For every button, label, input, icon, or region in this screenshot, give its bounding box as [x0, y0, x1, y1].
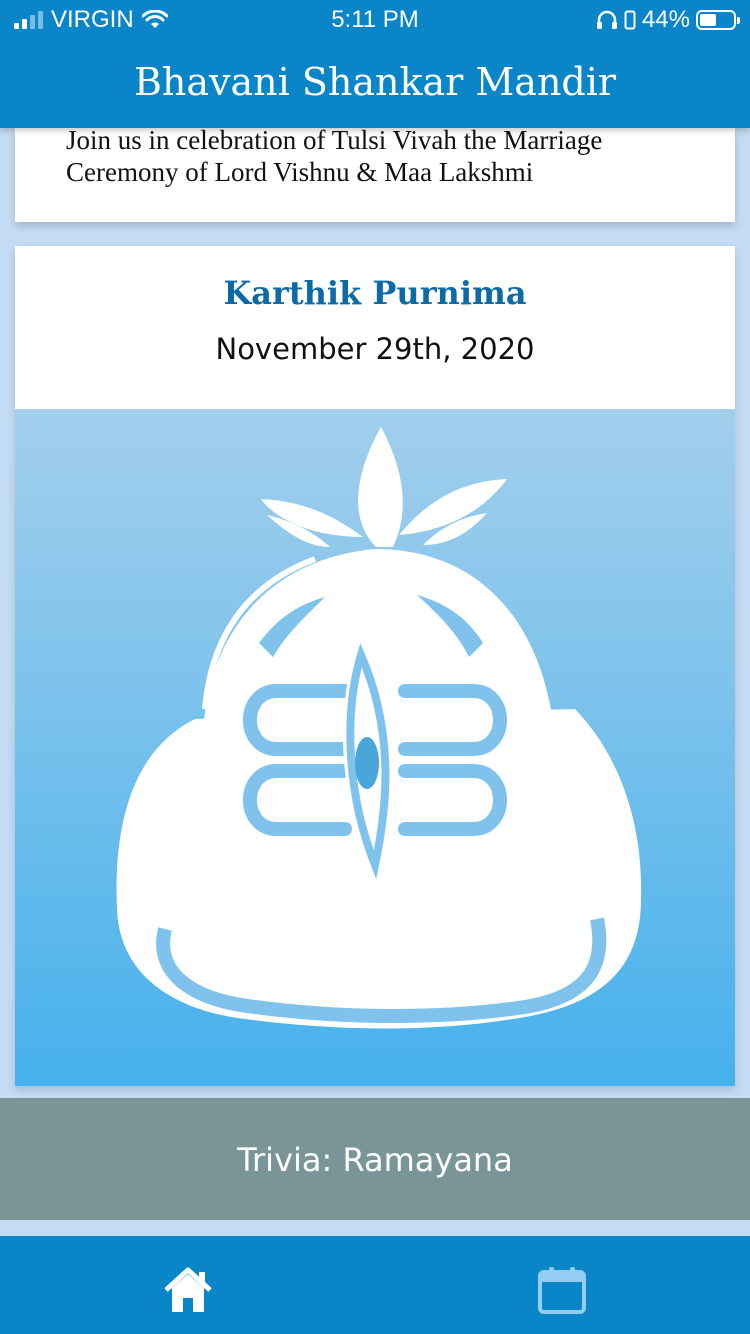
orientation-lock-icon — [624, 10, 636, 30]
trivia-banner[interactable]: Trivia: Ramayana — [0, 1098, 750, 1220]
calendar-icon — [538, 1267, 586, 1314]
event-image — [15, 409, 735, 1086]
tab-home[interactable] — [162, 1264, 214, 1316]
announcement-card[interactable]: Join us in celebration of Tulsi Vivah th… — [15, 125, 735, 222]
announcement-text: Join us in celebration of Tulsi Vivah th… — [66, 125, 603, 187]
headphones-icon — [596, 10, 617, 29]
event-card[interactable]: Karthik Purnima November 29th, 2020 — [15, 246, 735, 1086]
battery-percent: 44% — [641, 6, 690, 33]
home-icon — [164, 1267, 212, 1312]
tab-calendar[interactable] — [536, 1264, 588, 1316]
shiva-lingam-icon — [116, 427, 642, 1029]
tab-bar — [0, 1236, 750, 1334]
app-header: Bhavani Shankar Mandir — [0, 40, 750, 128]
status-bar: VIRGIN 5:11 PM 44% — [0, 0, 750, 40]
battery-icon — [696, 10, 740, 30]
trivia-label: Trivia: Ramayana — [237, 1141, 513, 1179]
event-date: November 29th, 2020 — [215, 332, 535, 366]
event-title: Karthik Purnima — [223, 274, 527, 312]
app-title: Bhavani Shankar Mandir — [133, 60, 617, 104]
status-right: 44% — [596, 6, 740, 34]
